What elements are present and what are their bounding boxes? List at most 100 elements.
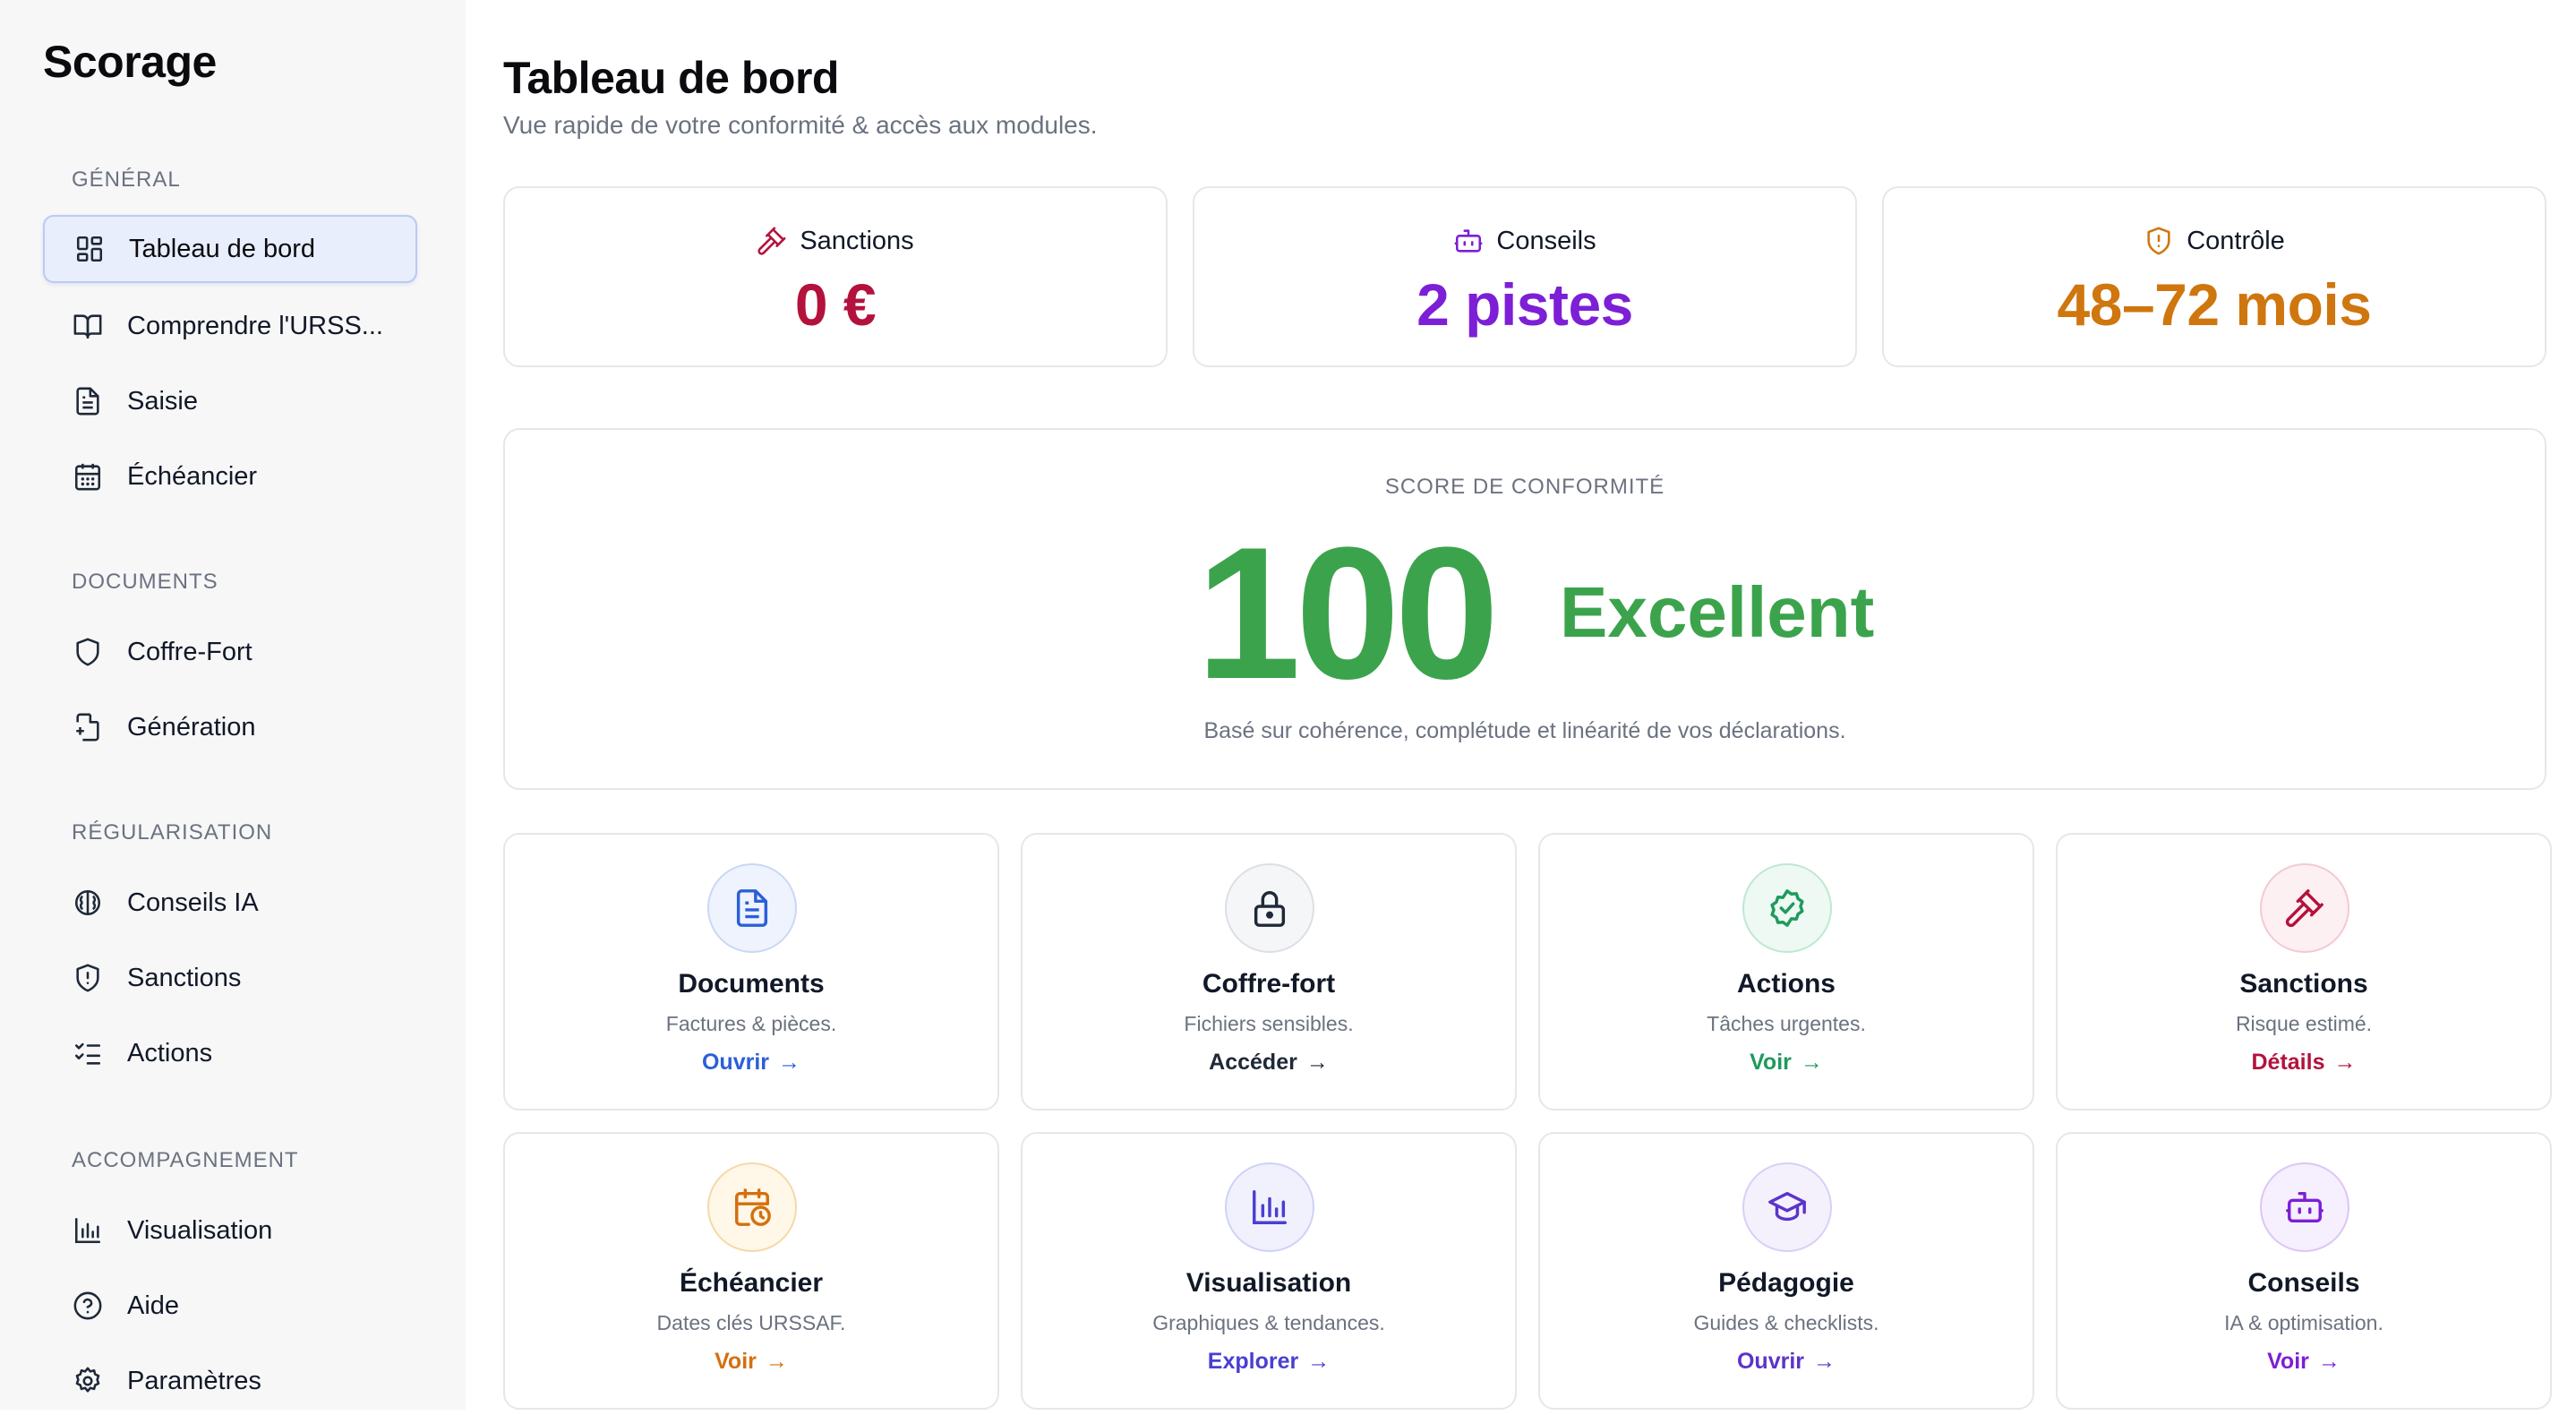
- sidebar-item-label: Échéancier: [127, 461, 258, 491]
- module-link-voir[interactable]: Voir →: [2058, 1349, 2550, 1375]
- section-label-general: GÉNÉRAL: [72, 167, 181, 192]
- sidebar-item-tableau-de-bord[interactable]: Tableau de bord: [43, 215, 417, 283]
- sidebar-item-label: Sanctions: [127, 963, 242, 992]
- module-title: Visualisation: [1185, 1268, 1352, 1298]
- sidebar-item-label: Conseils IA: [127, 888, 259, 917]
- module-card-echeancier[interactable]: Échéancier Dates clés URSSAF. Voir →: [503, 1132, 999, 1410]
- dashboard-grid-icon: [73, 233, 106, 265]
- stat-label: Sanctions: [800, 226, 914, 255]
- module-title: Conseils: [2247, 1268, 2360, 1298]
- module-link-details[interactable]: Détails →: [2058, 1050, 2550, 1076]
- sidebar-item-label: Tableau de bord: [129, 234, 315, 263]
- help-circle-icon: [72, 1290, 104, 1322]
- module-card-visualisation[interactable]: Visualisation Graphiques & tendances. Ex…: [1021, 1132, 1517, 1410]
- sidebar-item-label: Visualisation: [127, 1215, 273, 1245]
- badge-check-icon: [1770, 889, 1804, 927]
- module-link-label: Explorer: [1207, 1349, 1299, 1374]
- arrow-right-icon: →: [765, 1349, 788, 1374]
- module-link-ouvrir[interactable]: Ouvrir →: [505, 1050, 997, 1076]
- sidebar-item-label: Saisie: [127, 386, 198, 416]
- module-description: Risque estimé.: [2235, 1012, 2373, 1035]
- bar-chart-icon: [1253, 1190, 1287, 1224]
- arrow-right-icon: →: [778, 1050, 801, 1075]
- module-title: Sanctions: [2239, 969, 2368, 999]
- arrow-right-icon: →: [2317, 1349, 2341, 1374]
- module-description: Factures & pièces.: [665, 1012, 837, 1035]
- sidebar-item-label: Génération: [127, 712, 256, 742]
- gavel-icon: [757, 227, 786, 255]
- module-title: Pédagogie: [1718, 1268, 1854, 1298]
- module-link-ouvrir[interactable]: Ouvrir →: [1540, 1349, 2033, 1375]
- stat-card-controle: Contrôle 48–72 mois: [1882, 186, 2546, 367]
- section-label-documents: DOCUMENTS: [72, 570, 218, 594]
- sidebar-item-label: Actions: [127, 1038, 213, 1068]
- score-rating: Excellent: [1560, 572, 1875, 652]
- module-card-coffre-fort[interactable]: Coffre-fort Fichiers sensibles. Accéder →: [1021, 833, 1517, 1111]
- sidebar-item-echeancier[interactable]: Échéancier: [43, 442, 417, 510]
- module-link-label: Détails: [2251, 1050, 2325, 1075]
- module-description: Fichiers sensibles.: [1184, 1012, 1354, 1035]
- robot-icon: [1454, 229, 1483, 253]
- stat-label: Conseils: [1496, 226, 1596, 255]
- file-plus-icon: [72, 711, 104, 743]
- sidebar-item-saisie[interactable]: Saisie: [43, 367, 417, 435]
- stat-label: Contrôle: [2187, 226, 2285, 255]
- sidebar-item-comprendre-urssaf[interactable]: Comprendre l'URSS...: [43, 292, 417, 360]
- module-card-documents[interactable]: Documents Factures & pièces. Ouvrir →: [503, 833, 999, 1111]
- stat-card-sanctions: Sanctions 0 €: [503, 186, 1168, 367]
- module-link-label: Ouvrir: [1736, 1349, 1805, 1374]
- module-card-sanctions[interactable]: Sanctions Risque estimé. Détails →: [2056, 833, 2552, 1111]
- shield-alert-icon: [2147, 227, 2170, 255]
- module-link-acceder[interactable]: Accéder →: [1023, 1050, 1515, 1076]
- sidebar-item-actions[interactable]: Actions: [43, 1019, 417, 1087]
- calendar-clock-icon: [735, 1188, 771, 1226]
- sidebar-item-label: Paramètres: [127, 1366, 261, 1395]
- stat-value: 0 €: [794, 271, 877, 338]
- sidebar-item-generation[interactable]: Génération: [43, 693, 417, 761]
- gavel-icon: [2285, 889, 2324, 928]
- module-title: Documents: [678, 969, 825, 999]
- lock-icon: [1254, 891, 1286, 927]
- sidebar-item-sanctions[interactable]: Sanctions: [43, 944, 417, 1012]
- sidebar-item-coffre-fort[interactable]: Coffre-Fort: [43, 618, 417, 686]
- sidebar-item-conseils-ia[interactable]: Conseils IA: [43, 869, 417, 937]
- page-title: Tableau de bord: [503, 53, 839, 103]
- module-link-label: Voir: [1750, 1050, 1792, 1075]
- sidebar-item-parametres[interactable]: Paramètres: [43, 1347, 417, 1415]
- sidebar-item-label: Coffre-Fort: [127, 637, 252, 666]
- module-link-voir[interactable]: Voir →: [505, 1349, 997, 1375]
- sidebar: Scorage GÉNÉRAL Tableau de bord Comprend…: [0, 0, 466, 1410]
- score-caption: SCORE DE CONFORMITÉ: [1384, 475, 1665, 499]
- sidebar-item-label: Aide: [127, 1291, 180, 1320]
- sidebar-item-label: Comprendre l'URSS...: [127, 311, 383, 340]
- module-link-voir[interactable]: Voir →: [1540, 1050, 2033, 1076]
- brand-logo[interactable]: Scorage: [43, 36, 217, 88]
- module-card-conseils[interactable]: Conseils IA & optimisation. Voir →: [2056, 1132, 2552, 1410]
- module-link-label: Voir: [715, 1349, 757, 1374]
- module-title: Actions: [1736, 969, 1836, 999]
- calendar-icon: [72, 460, 104, 493]
- module-link-label: Ouvrir: [701, 1050, 770, 1075]
- robot-icon: [2286, 1191, 2324, 1223]
- document-icon: [736, 889, 768, 927]
- sidebar-item-visualisation[interactable]: Visualisation: [43, 1196, 417, 1265]
- module-description: Guides & checklists.: [1693, 1311, 1879, 1334]
- module-description: Graphiques & tendances.: [1152, 1311, 1385, 1334]
- section-label-regularisation: RÉGULARISATION: [72, 820, 273, 845]
- arrow-right-icon: →: [2333, 1050, 2357, 1075]
- stat-card-conseils: Conseils 2 pistes: [1193, 186, 1857, 367]
- shield-alert-icon: [72, 962, 104, 994]
- module-link-explorer[interactable]: Explorer →: [1023, 1349, 1515, 1375]
- checklist-icon: [72, 1037, 104, 1069]
- compliance-score-card: SCORE DE CONFORMITÉ 100 Excellent Basé s…: [503, 428, 2546, 790]
- shield-icon: [72, 636, 104, 668]
- page-subtitle: Vue rapide de votre conformité & accès a…: [503, 111, 1098, 139]
- module-card-actions[interactable]: Actions Tâches urgentes. Voir →: [1538, 833, 2034, 1111]
- bar-chart-icon: [72, 1214, 104, 1247]
- sidebar-item-aide[interactable]: Aide: [43, 1272, 417, 1340]
- module-description: Tâches urgentes.: [1707, 1012, 1866, 1035]
- stat-value: 2 pistes: [1416, 271, 1633, 338]
- module-title: Coffre-fort: [1202, 969, 1336, 999]
- document-icon: [72, 385, 104, 417]
- module-card-pedagogie[interactable]: Pédagogie Guides & checklists. Ouvrir →: [1538, 1132, 2034, 1410]
